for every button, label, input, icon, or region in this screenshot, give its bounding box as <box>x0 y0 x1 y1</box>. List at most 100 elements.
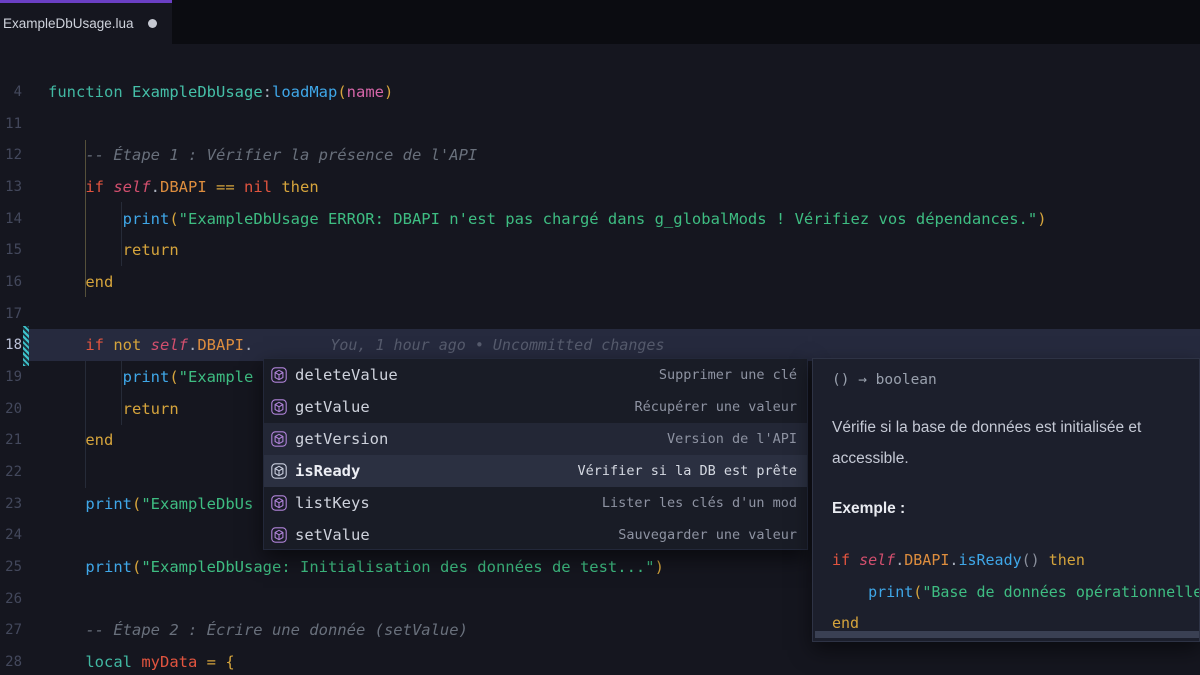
line-number[interactable]: 26 <box>0 583 22 615</box>
vscode-window: ExampleDbUsage.lua 4 function ExampleDbUs… <box>0 0 1200 675</box>
code-token: -- Étape 2 : Écrire une donnée (setValue… <box>48 621 468 639</box>
autocomplete-popup: deleteValueSupprimer une clé getValue Récu… <box>263 358 808 550</box>
git-blame-annotation: You, 1 hour ago • Uncommitted changes <box>330 336 664 354</box>
code-token <box>48 495 85 513</box>
suggestion-label: listKeys <box>295 494 370 512</box>
description: Vérifie si la base de données est initia… <box>832 412 1180 474</box>
git-modified-indicator[interactable] <box>23 326 29 366</box>
suggestion-detail: Récupérer une valeur <box>634 399 807 415</box>
code-token: self <box>151 336 188 354</box>
code-token: if <box>85 336 113 354</box>
line-number[interactable]: 25 <box>0 551 22 583</box>
code-token: return <box>123 400 179 418</box>
code-line[interactable]: 18 if not self.DBAPI.You, 1 hour ago • U… <box>0 329 1200 361</box>
code-line-text[interactable]: print("ExampleDbUs <box>48 488 253 520</box>
method-icon <box>271 527 287 543</box>
code-line-text[interactable]: print("ExampleDbUsage ERROR: DBAPI n'est… <box>48 203 1047 235</box>
line-number[interactable]: 27 <box>0 614 22 646</box>
line-number[interactable]: 11 <box>0 108 22 140</box>
code-line[interactable]: 13 if self.DBAPI == nil then <box>0 171 1200 203</box>
suggestion-item-listKeys[interactable]: listKeysLister les clés d'un mod <box>264 487 807 519</box>
code-line[interactable]: 11 <box>0 108 1200 140</box>
code-line[interactable]: 28 local myData = { <box>0 646 1200 675</box>
line-number[interactable]: 14 <box>0 203 22 235</box>
code-token: return <box>123 241 179 259</box>
code-token: self <box>113 178 150 196</box>
code-line-text[interactable]: end <box>48 266 113 298</box>
code-token: = { <box>197 653 234 671</box>
signature: () → boolean <box>832 372 1199 388</box>
suggestion-item-setValue[interactable]: setValueSauvegarder une valeur <box>264 519 807 551</box>
code-token <box>48 431 85 449</box>
code-token: ( <box>132 558 141 576</box>
code-token: "ExampleDbUs <box>141 495 253 513</box>
line-number[interactable]: 19 <box>0 361 22 393</box>
modified-dot-icon[interactable] <box>148 19 157 28</box>
line-number[interactable]: 17 <box>0 298 22 330</box>
code-token: name <box>347 83 384 101</box>
line-number[interactable]: 16 <box>0 266 22 298</box>
tab-exampledbusage[interactable]: ExampleDbUsage.lua <box>0 0 172 44</box>
line-number[interactable]: 22 <box>0 456 22 488</box>
horizontal-scrollbar[interactable] <box>815 631 1199 638</box>
tab-bar: ExampleDbUsage.lua <box>0 0 1200 44</box>
code-line[interactable]: 17 <box>0 298 1200 330</box>
code-line-text[interactable]: print("ExampleDbUsage: Initialisation de… <box>48 551 664 583</box>
code-line-text[interactable]: -- Étape 1 : Vérifier la présence de l'A… <box>48 139 477 171</box>
code-token: == <box>207 178 244 196</box>
code-line-text[interactable]: return <box>48 393 179 425</box>
code-token: print <box>85 558 132 576</box>
code-token: local <box>85 653 141 671</box>
code-token: loadMap <box>272 83 337 101</box>
code-token: end <box>85 273 113 291</box>
code-line[interactable]: 15 return <box>0 234 1200 266</box>
code-line-text[interactable]: print("Example <box>48 361 253 393</box>
code-token: "ExampleDbUsage ERROR: DBAPI n'est pas c… <box>179 210 1038 228</box>
code-token <box>48 336 85 354</box>
code-token: "ExampleDbUsage: Initialisation des donn… <box>141 558 654 576</box>
code-line-text[interactable]: if self.DBAPI == nil then <box>48 171 319 203</box>
line-number[interactable]: 18 <box>0 329 22 361</box>
code-token: : <box>263 83 272 101</box>
code-line[interactable]: 14 print("ExampleDbUsage ERROR: DBAPI n'… <box>0 203 1200 235</box>
code-token: print <box>123 368 170 386</box>
suggestion-item-deleteValue[interactable]: deleteValueSupprimer une clé <box>264 359 807 391</box>
code-token <box>48 653 85 671</box>
suggestion-label: deleteValue <box>295 366 398 384</box>
line-number[interactable]: 15 <box>0 234 22 266</box>
suggestion-item-getVersion[interactable]: getVersionVersion de l'API <box>264 423 807 455</box>
suggestion-docs-panel: () → boolean Vérifie si la base de donné… <box>812 358 1200 642</box>
example-label: Exemple : <box>832 500 1199 518</box>
code-line[interactable]: 12 -- Étape 1 : Vérifier la présence de … <box>0 139 1200 171</box>
code-token: DBAPI <box>197 336 244 354</box>
suggestion-item-getValue[interactable]: getValue Récupérer une valeur <box>264 391 807 423</box>
code-line-text[interactable]: end <box>48 424 113 456</box>
line-number[interactable]: 24 <box>0 519 22 551</box>
line-number[interactable]: 13 <box>0 171 22 203</box>
suggestion-item-isReady[interactable]: isReadyVérifier si la DB est prête <box>264 455 807 487</box>
line-number[interactable]: 12 <box>0 139 22 171</box>
suggestion-label: getValue <box>295 398 370 416</box>
code-line-text[interactable]: local myData = { <box>48 646 235 675</box>
code-line-text[interactable]: function ExampleDbUsage:loadMap(name) <box>48 76 393 108</box>
tab-title: ExampleDbUsage.lua <box>0 16 134 31</box>
method-icon <box>271 367 287 383</box>
code-line[interactable]: 16 end <box>0 266 1200 298</box>
code-token: nil <box>244 178 272 196</box>
code-line-text[interactable]: if not self.DBAPI.You, 1 hour ago • Unco… <box>48 329 664 361</box>
code-line-text[interactable]: return <box>48 234 179 266</box>
code-token: ) <box>384 83 393 101</box>
line-number[interactable]: 23 <box>0 488 22 520</box>
line-number[interactable]: 20 <box>0 393 22 425</box>
code-token <box>48 273 85 291</box>
code-token: if <box>85 178 113 196</box>
line-number[interactable]: 4 <box>0 76 22 108</box>
method-icon <box>271 495 287 511</box>
line-number[interactable]: 21 <box>0 424 22 456</box>
line-number[interactable]: 28 <box>0 646 22 675</box>
code-line-text[interactable]: -- Étape 2 : Écrire une donnée (setValue… <box>48 614 468 646</box>
code-token: . <box>895 551 904 569</box>
code-token: then <box>1040 551 1085 569</box>
code-line[interactable]: 4 function ExampleDbUsage:loadMap(name) <box>0 76 1200 108</box>
code-token: print <box>868 583 913 601</box>
